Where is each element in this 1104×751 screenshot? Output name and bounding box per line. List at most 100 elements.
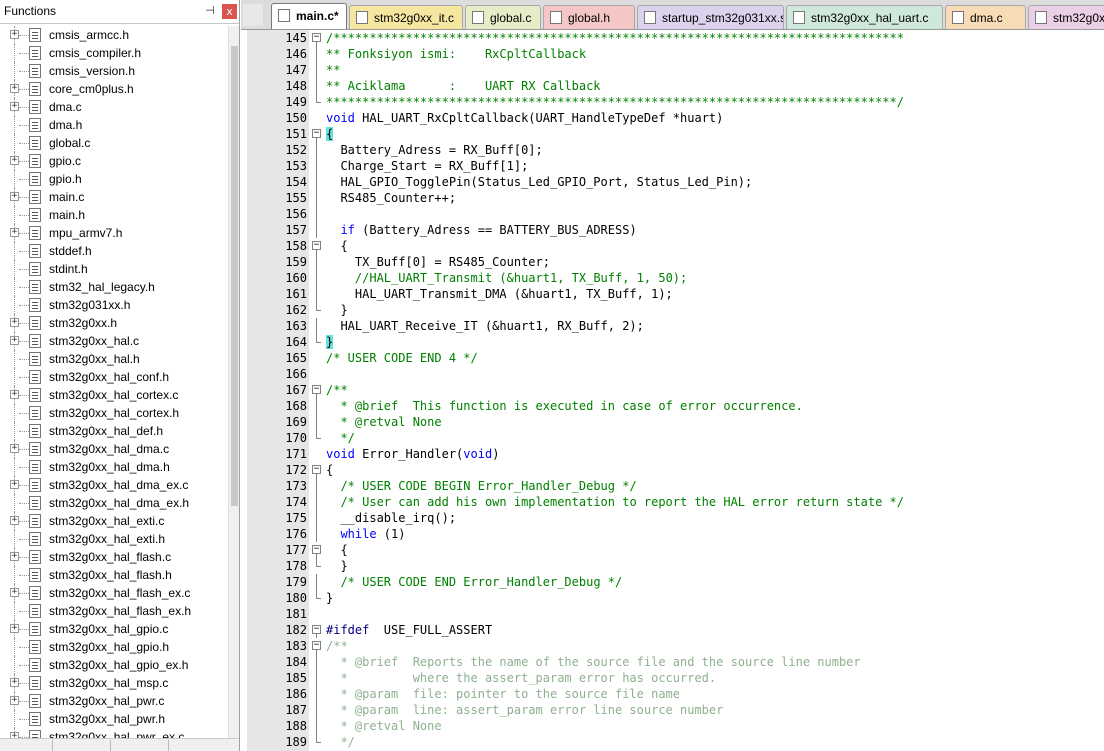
expand-icon[interactable]: +: [10, 678, 19, 687]
books-tab[interactable]: [60, 740, 111, 751]
editor-tab[interactable]: global.c: [465, 5, 541, 29]
editor-tab[interactable]: stm32g0xx: [1028, 5, 1104, 29]
code-line[interactable]: }: [326, 302, 347, 318]
tree-item[interactable]: cmsis_compiler.h: [0, 44, 228, 62]
tree-item[interactable]: stm32g0xx_hal_gpio.h: [0, 638, 228, 656]
tree-item[interactable]: global.c: [0, 134, 228, 152]
tree-item[interactable]: stm32g0xx_hal_flash_ex.h: [0, 602, 228, 620]
expand-icon[interactable]: +: [10, 552, 19, 561]
tree-item[interactable]: + mpu_armv7.h: [0, 224, 228, 242]
code-line[interactable]: {: [326, 542, 347, 558]
expand-icon[interactable]: +: [10, 588, 19, 597]
tree-item[interactable]: stm32g0xx_hal_cortex.h: [0, 404, 228, 422]
code-line[interactable]: * @brief This function is executed in ca…: [326, 398, 802, 414]
tree-item[interactable]: + stm32g0xx_hal_flash.c: [0, 548, 228, 566]
tree-item[interactable]: + stm32g0xx_hal_flash_ex.c: [0, 584, 228, 602]
code-line[interactable]: HAL_UART_Transmit_DMA (&huart1, TX_Buff,…: [326, 286, 673, 302]
tree-item[interactable]: + stm32g0xx_hal_exti.c: [0, 512, 228, 530]
code-editor[interactable]: 145 146 147 148 149 150 151 152 153 154 155 156 157 1…: [247, 30, 1104, 751]
code-line[interactable]: ** Aciklama : UART RX Callback: [326, 78, 601, 94]
tree-item[interactable]: + core_cm0plus.h: [0, 80, 228, 98]
code-line[interactable]: /**: [326, 382, 348, 398]
code-line[interactable]: }: [326, 558, 347, 574]
code-line[interactable]: /* User can add his own implementation t…: [326, 494, 904, 510]
tree-item[interactable]: + stm32g0xx_hal_pwr_ex.c: [0, 728, 228, 738]
tree-item[interactable]: + stm32g0xx_hal_dma.c: [0, 440, 228, 458]
functions-scrollbar[interactable]: [228, 26, 239, 738]
code-line[interactable]: /***************************************…: [326, 30, 904, 46]
tree-item[interactable]: + stm32g0xx.h: [0, 314, 228, 332]
tree-item[interactable]: stm32_hal_legacy.h: [0, 278, 228, 296]
editor-tab[interactable]: global.h: [543, 5, 635, 29]
tree-item[interactable]: stm32g0xx_hal_dma_ex.h: [0, 494, 228, 512]
code-line[interactable]: {: [326, 126, 334, 142]
tree-item[interactable]: dma.h: [0, 116, 228, 134]
code-line[interactable]: {: [326, 238, 347, 254]
code-line[interactable]: * @param line: assert_param error line s…: [326, 702, 723, 718]
tree-item[interactable]: stm32g0xx_hal_gpio_ex.h: [0, 656, 228, 674]
tree-item[interactable]: stddef.h: [0, 242, 228, 260]
project-tab[interactable]: [2, 740, 53, 751]
tree-item[interactable]: stm32g0xx_hal_exti.h: [0, 530, 228, 548]
code-line[interactable]: /**: [326, 638, 348, 654]
code-line[interactable]: * @param file: pointer to the source fil…: [326, 686, 680, 702]
expand-icon[interactable]: +: [10, 516, 19, 525]
code-line[interactable]: **: [326, 62, 340, 78]
pin-icon[interactable]: ⊣: [203, 4, 217, 18]
code-line[interactable]: Battery_Adress = RX_Buff[0];: [326, 142, 542, 158]
code-line[interactable]: {: [326, 462, 333, 478]
expand-icon[interactable]: +: [10, 624, 19, 633]
tree-item[interactable]: stm32g031xx.h: [0, 296, 228, 314]
expand-icon[interactable]: +: [10, 480, 19, 489]
code-line[interactable]: #ifdef USE_FULL_ASSERT: [326, 622, 492, 638]
expand-icon[interactable]: +: [10, 228, 19, 237]
tree-item[interactable]: stdint.h: [0, 260, 228, 278]
code-line[interactable]: void HAL_UART_RxCpltCallback(UART_Handle…: [326, 110, 723, 126]
code-line[interactable]: //HAL_UART_Transmit (&huart1, TX_Buff, 1…: [326, 270, 687, 286]
editor-tab[interactable]: main.c*: [271, 3, 347, 29]
code-line[interactable]: * @brief Reports the name of the source …: [326, 654, 860, 670]
code-line[interactable]: while (1): [326, 526, 405, 542]
tree-item[interactable]: stm32g0xx_hal_flash.h: [0, 566, 228, 584]
editor-tab[interactable]: startup_stm32g031xx.s: [637, 5, 784, 29]
fold-toggle-icon[interactable]: −: [312, 641, 321, 650]
expand-icon[interactable]: +: [10, 444, 19, 453]
tab-scroll-left-button[interactable]: [243, 4, 263, 26]
tree-item[interactable]: + stm32g0xx_hal.c: [0, 332, 228, 350]
close-icon[interactable]: x: [222, 4, 237, 19]
code-line[interactable]: ** Fonksiyon ismi: RxCpltCallback: [326, 46, 586, 62]
code-line[interactable]: /* USER CODE END Error_Handler_Debug */: [326, 574, 622, 590]
tree-item[interactable]: stm32g0xx_hal_conf.h: [0, 368, 228, 386]
tree-item[interactable]: main.h: [0, 206, 228, 224]
tree-item[interactable]: + gpio.c: [0, 152, 228, 170]
expand-icon[interactable]: +: [10, 84, 19, 93]
code-line[interactable]: /* USER CODE END 4 */: [326, 350, 478, 366]
code-line[interactable]: ****************************************…: [326, 94, 904, 110]
fold-toggle-icon[interactable]: −: [312, 545, 321, 554]
tree-item[interactable]: + stm32g0xx_hal_dma_ex.c: [0, 476, 228, 494]
fold-toggle-icon[interactable]: −: [312, 241, 321, 250]
code-line[interactable]: }: [326, 590, 333, 606]
fold-toggle-icon[interactable]: −: [312, 625, 321, 634]
editor-tab[interactable]: stm32g0xx_it.c: [349, 5, 463, 29]
code-line[interactable]: HAL_UART_Receive_IT (&huart1, RX_Buff, 2…: [326, 318, 643, 334]
tree-item[interactable]: + stm32g0xx_hal_msp.c: [0, 674, 228, 692]
code-line[interactable]: TX_Buff[0] = RS485_Counter;: [326, 254, 550, 270]
code-line[interactable]: * where the assert_param error has occur…: [326, 670, 716, 686]
code-line[interactable]: * @retval None: [326, 414, 441, 430]
editor-tab[interactable]: dma.c: [945, 5, 1026, 29]
tree-item[interactable]: + stm32g0xx_hal_pwr.c: [0, 692, 228, 710]
tree-item[interactable]: stm32g0xx_hal_def.h: [0, 422, 228, 440]
tree-item[interactable]: + cmsis_armcc.h: [0, 26, 228, 44]
code-line[interactable]: __disable_irq();: [326, 510, 456, 526]
code-line[interactable]: */: [326, 734, 354, 750]
tree-item[interactable]: stm32g0xx_hal_pwr.h: [0, 710, 228, 728]
fold-toggle-icon[interactable]: −: [312, 129, 321, 138]
code-line[interactable]: * @retval None: [326, 718, 441, 734]
fold-toggle-icon[interactable]: −: [312, 465, 321, 474]
tree-item[interactable]: + dma.c: [0, 98, 228, 116]
code-line[interactable]: HAL_GPIO_TogglePin(Status_Led_GPIO_Port,…: [326, 174, 752, 190]
expand-icon[interactable]: +: [10, 336, 19, 345]
expand-icon[interactable]: +: [10, 156, 19, 165]
expand-icon[interactable]: +: [10, 318, 19, 327]
